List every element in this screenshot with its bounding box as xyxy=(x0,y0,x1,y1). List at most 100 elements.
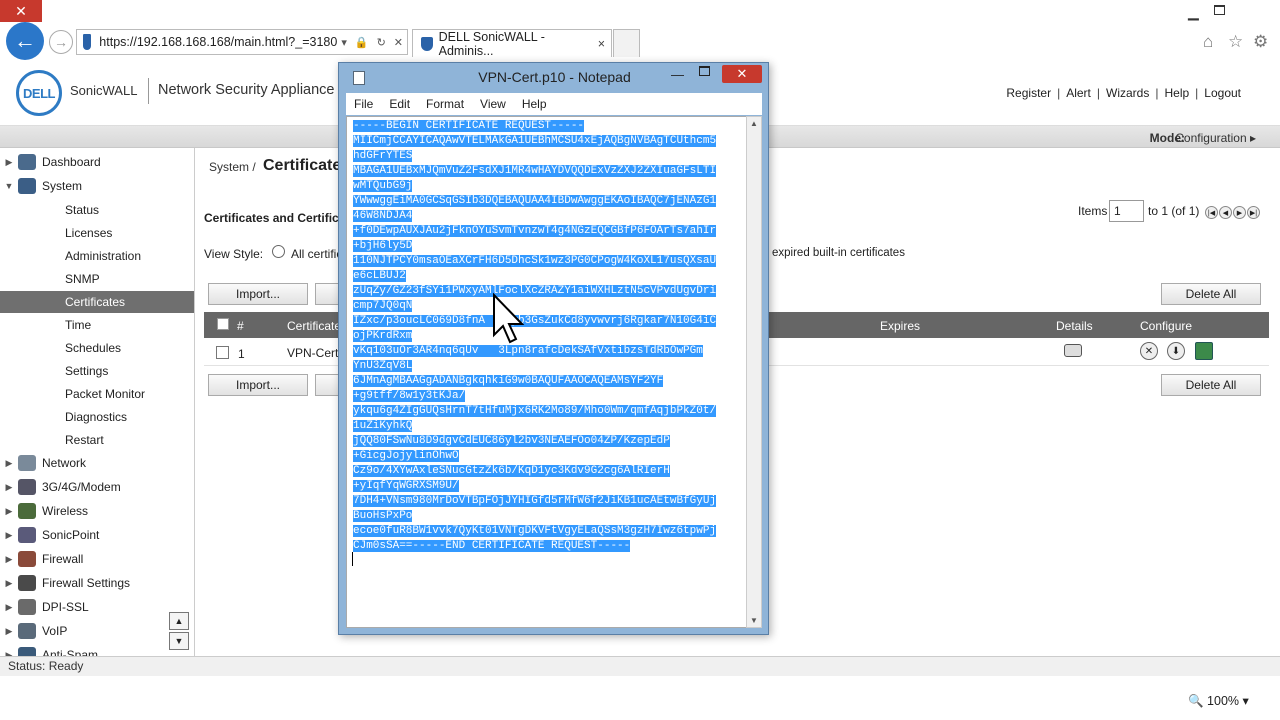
scroll-up-icon[interactable]: ▲ xyxy=(169,612,189,630)
close-window-button[interactable]: ✕ xyxy=(0,0,42,22)
collapsed-arrow-icon[interactable]: ▶ xyxy=(0,506,18,517)
scroll-down-icon[interactable]: ▼ xyxy=(169,632,189,650)
notepad-maximize-icon[interactable] xyxy=(699,66,710,76)
selected-text: +bjH6ly5D xyxy=(353,240,413,252)
select-all-checkbox[interactable] xyxy=(217,318,229,330)
search-dropdown-icon[interactable]: ▾ xyxy=(341,36,347,49)
logout-link[interactable]: Logout xyxy=(1198,86,1247,100)
forward-button[interactable]: → xyxy=(49,30,73,54)
col-certificate: Certificate xyxy=(287,319,342,333)
collapsed-arrow-icon[interactable]: ▶ xyxy=(0,602,18,613)
items-page-input[interactable]: 1 xyxy=(1109,200,1144,222)
collapsed-arrow-icon[interactable]: ▶ xyxy=(0,482,18,493)
new-tab-button[interactable] xyxy=(613,29,640,57)
sidebar-item-firewall[interactable]: ▶ Firewall xyxy=(0,548,194,570)
notepad-text-line: jQQ80FSwNu8D9dgvCdEUC86yl2bv3NEAEFOo04ZP… xyxy=(353,434,752,449)
sidebar-item-certificates[interactable]: Certificates xyxy=(0,291,194,313)
sidebar-item-network[interactable]: ▶ Network xyxy=(0,452,194,474)
stop-icon[interactable]: ✕ xyxy=(394,36,403,49)
all-certificates-radio[interactable] xyxy=(272,245,285,258)
selected-text: +g9tff/8w1y3tKJa/ xyxy=(353,390,466,402)
sidebar-item-diagnostics[interactable]: Diagnostics xyxy=(0,406,194,428)
notepad-minimize-icon[interactable]: — xyxy=(671,67,684,82)
details-comment-icon[interactable] xyxy=(1064,344,1082,357)
col-configure: Configure xyxy=(1140,319,1193,333)
mode-toggle[interactable]: Configuration ▸ xyxy=(1175,131,1256,145)
address-bar[interactable]: https://192.168.168.168/main.html?_=3180… xyxy=(76,29,408,55)
import-signed-icon[interactable] xyxy=(1195,342,1213,360)
sidebar-item-wireless[interactable]: ▶ Wireless xyxy=(0,500,194,522)
menu-format[interactable]: Format xyxy=(418,97,472,111)
sidebar-item-restart[interactable]: Restart xyxy=(0,429,194,451)
maximize-window-icon[interactable] xyxy=(1214,5,1225,15)
scroll-up-arrow-icon[interactable]: ▲ xyxy=(750,119,758,128)
zoom-level[interactable]: 🔍 100% ▾ xyxy=(1188,693,1249,709)
collapsed-arrow-icon[interactable]: ▶ xyxy=(0,578,18,589)
notepad-close-button[interactable]: ✕ xyxy=(722,65,762,83)
sidebar-item-anti-spam[interactable]: ▶ Anti-Spam xyxy=(0,644,194,656)
breadcrumb[interactable]: System / xyxy=(209,160,256,174)
back-button[interactable]: ← xyxy=(6,22,44,60)
notepad-text-line: IZxc/p3oucLC069D8fnA fyb3GsZukCd8yvwvrj6… xyxy=(353,314,752,329)
sidebar-item-packet-monitor[interactable]: Packet Monitor xyxy=(0,383,194,405)
scroll-down-arrow-icon[interactable]: ▼ xyxy=(750,616,758,625)
sidebar-scroll[interactable]: ▲ ▼ xyxy=(169,612,189,650)
menu-file[interactable]: File xyxy=(346,97,381,111)
sidebar-item-settings[interactable]: Settings xyxy=(0,360,194,382)
import-button-bottom[interactable]: Import... xyxy=(208,374,308,396)
row-checkbox[interactable] xyxy=(216,346,229,359)
browser-tab-active[interactable]: DELL SonicWALL - Adminis... × xyxy=(412,29,612,58)
next-page-icon[interactable]: ▶ xyxy=(1233,206,1246,219)
tab-close-icon[interactable]: × xyxy=(598,37,605,51)
favorites-star-icon[interactable]: ☆ xyxy=(1228,32,1243,52)
delete-all-button-bottom[interactable]: Delete All xyxy=(1161,374,1261,396)
sidebar-item-firewall-settings[interactable]: ▶ Firewall Settings xyxy=(0,572,194,594)
notepad-text-line: 1uZiKyhkQ xyxy=(353,419,752,434)
export-icon[interactable]: ⬇ xyxy=(1167,342,1185,360)
prev-page-icon[interactable]: ◀ xyxy=(1219,206,1232,219)
top-links: Register | Alert | Wizards | Help | Logout xyxy=(1000,86,1247,100)
sidebar-item-3g-4g-modem[interactable]: ▶ 3G/4G/Modem xyxy=(0,476,194,498)
sidebar-item-dpi-ssl[interactable]: ▶ DPI-SSL xyxy=(0,596,194,618)
refresh-icon[interactable]: ↻ xyxy=(377,36,386,49)
menu-view[interactable]: View xyxy=(472,97,514,111)
help-link[interactable]: Help xyxy=(1158,86,1195,100)
sidebar-item-schedules[interactable]: Schedules xyxy=(0,337,194,359)
register-link[interactable]: Register xyxy=(1000,86,1057,100)
sidebar-item-time[interactable]: Time xyxy=(0,314,194,336)
delete-all-button-top[interactable]: Delete All xyxy=(1161,283,1261,305)
sidebar-item-sonicpoint[interactable]: ▶ SonicPoint xyxy=(0,524,194,546)
sidebar-item-status[interactable]: Status xyxy=(0,199,194,221)
sidebar-item-system[interactable]: ▼ System xyxy=(0,175,194,197)
collapsed-arrow-icon[interactable]: ▶ xyxy=(0,157,18,168)
sidebar-item-snmp[interactable]: SNMP xyxy=(0,268,194,290)
collapsed-arrow-icon[interactable]: ▶ xyxy=(0,530,18,541)
collapsed-arrow-icon[interactable]: ▶ xyxy=(0,458,18,469)
alert-link[interactable]: Alert xyxy=(1060,86,1097,100)
menu-edit[interactable]: Edit xyxy=(381,97,418,111)
notepad-text-line: 110NJTPCY0msaOEaXCrFH6D5DhcSk1wz3PG0CPog… xyxy=(353,254,752,269)
selected-text: 1uZiKyhkQ xyxy=(353,420,413,432)
last-page-icon[interactable]: ▶| xyxy=(1247,206,1260,219)
sidebar-item-voip[interactable]: ▶ VoIP xyxy=(0,620,194,642)
collapsed-arrow-icon[interactable]: ▶ xyxy=(0,554,18,565)
notepad-text-area[interactable]: -----BEGIN CERTIFICATE REQUEST----- MIICm… xyxy=(346,116,753,628)
home-icon[interactable]: ⌂ xyxy=(1203,32,1213,52)
menu-help[interactable]: Help xyxy=(514,97,555,111)
sidebar-item-dashboard[interactable]: ▶ Dashboard xyxy=(0,151,194,173)
notepad-text-line: cmp7JQ0qN xyxy=(353,299,752,314)
wizards-link[interactable]: Wizards xyxy=(1100,86,1155,100)
sidebar-item-administration[interactable]: Administration xyxy=(0,245,194,267)
minimize-window-icon[interactable]: ▁ xyxy=(1188,4,1199,21)
notepad-text-line: zUqZy/GZ23fSYi1PWxyAMlFoclXcZRAZY1aiWXHL… xyxy=(353,284,752,299)
sidebar-item-licenses[interactable]: Licenses xyxy=(0,222,194,244)
delete-icon[interactable]: ✕ xyxy=(1140,342,1158,360)
lock-icon[interactable]: 🔒 xyxy=(355,36,369,49)
address-url[interactable]: https://192.168.168.168/main.html?_=3180 xyxy=(99,35,337,49)
collapsed-arrow-icon[interactable]: ▶ xyxy=(0,626,18,637)
settings-gear-icon[interactable]: ⚙ xyxy=(1253,32,1268,52)
import-button-top[interactable]: Import... xyxy=(208,283,308,305)
first-page-icon[interactable]: |◀ xyxy=(1205,206,1218,219)
expanded-arrow-icon[interactable]: ▼ xyxy=(0,181,18,191)
notepad-vertical-scrollbar[interactable]: ▲ ▼ xyxy=(746,116,762,628)
